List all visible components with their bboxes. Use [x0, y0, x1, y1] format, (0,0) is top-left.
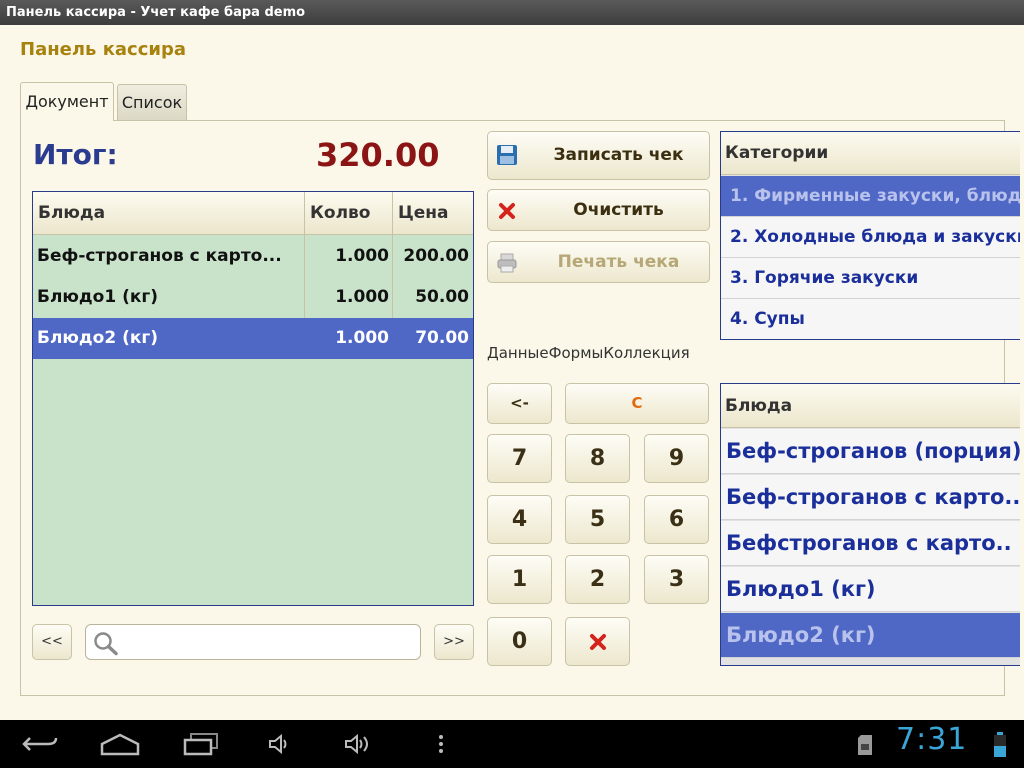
dish-item[interactable]: Беф-строганов (порция): [721, 429, 1020, 474]
category-item[interactable]: 2. Холодные блюда и закуски: [721, 217, 1020, 258]
key-delete[interactable]: [565, 617, 630, 666]
prev-page-button[interactable]: <<: [32, 624, 72, 660]
order-table[interactable]: Блюда Колво Цена Беф-строганов с карто..…: [32, 191, 474, 606]
key-clear[interactable]: C: [565, 383, 709, 424]
clear-label: Очистить: [573, 200, 664, 220]
categories-header: Категории: [721, 132, 1020, 175]
page-title: Панель кассира: [20, 39, 187, 60]
column-header-dish[interactable]: Блюда: [33, 192, 105, 235]
menu-dots-icon[interactable]: [437, 734, 445, 754]
dish-item[interactable]: Беф-строганов с карто..: [721, 475, 1020, 520]
print-receipt-button[interactable]: Печать чека: [487, 241, 710, 283]
volume-up-icon[interactable]: [344, 733, 374, 755]
categories-list[interactable]: Категории 1. Фирменные закуски, блюда 2.…: [720, 131, 1020, 340]
key-3[interactable]: 3: [644, 555, 709, 604]
table-row-selected[interactable]: Блюдо2 (кг) 1.000 70.00: [33, 318, 473, 359]
next-page-button[interactable]: >>: [434, 624, 474, 660]
row-qty: 1.000: [335, 287, 389, 307]
key-8[interactable]: 8: [565, 434, 630, 483]
key-backspace[interactable]: <-: [487, 383, 552, 424]
save-receipt-button[interactable]: Записать чек: [487, 131, 710, 180]
key-2[interactable]: 2: [565, 555, 630, 604]
back-icon[interactable]: [22, 732, 58, 756]
key-6[interactable]: 6: [644, 495, 709, 544]
printer-icon: [497, 253, 517, 273]
table-row[interactable]: Блюдо1 (кг) 1.000 50.00: [33, 277, 473, 318]
dishes-list[interactable]: Блюда Беф-строганов (порция) Беф-строган…: [720, 383, 1020, 666]
row-price: 70.00: [415, 328, 469, 348]
red-x-icon: [589, 634, 606, 650]
key-1[interactable]: 1: [487, 555, 552, 604]
key-0[interactable]: 0: [487, 617, 552, 666]
table-row[interactable]: Беф-строганов с карто... 1.000 200.00: [33, 236, 473, 277]
clear-button[interactable]: Очистить: [487, 189, 710, 231]
battery-icon: [994, 732, 1006, 757]
category-item[interactable]: 3. Горячие закуски: [721, 258, 1020, 299]
row-qty: 1.000: [335, 328, 389, 348]
row-price: 50.00: [415, 287, 469, 307]
key-9[interactable]: 9: [644, 434, 709, 483]
system-navigation-bar: [0, 720, 1024, 768]
search-input[interactable]: [85, 624, 421, 660]
tab-list[interactable]: Список: [117, 84, 187, 120]
key-4[interactable]: 4: [487, 495, 552, 544]
dish-item[interactable]: Блюдо1 (кг): [721, 567, 1020, 612]
status-clock: 7:31: [896, 722, 968, 757]
category-item[interactable]: 4. Супы: [721, 299, 1020, 339]
row-dish-name: Блюдо2 (кг): [37, 328, 159, 348]
order-table-header: Блюда Колво Цена: [33, 192, 473, 235]
sd-card-icon: [858, 735, 872, 755]
category-item-selected[interactable]: 1. Фирменные закуски, блюда: [721, 176, 1020, 217]
row-price: 200.00: [403, 246, 469, 266]
volume-down-icon[interactable]: [268, 733, 292, 755]
column-header-qty[interactable]: Колво: [305, 192, 370, 235]
save-receipt-label: Записать чек: [553, 145, 684, 165]
column-header-price[interactable]: Цена: [393, 192, 449, 235]
search-icon: [94, 632, 118, 656]
dish-item-selected[interactable]: Блюдо2 (кг): [721, 613, 1020, 658]
tab-document[interactable]: Документ: [20, 82, 114, 121]
key-5[interactable]: 5: [565, 495, 630, 544]
total-label: Итог:: [33, 138, 118, 171]
form-collection-label: ДанныеФормыКоллекция: [487, 344, 690, 362]
key-7[interactable]: 7: [487, 434, 552, 483]
dishes-header: Блюда: [721, 384, 1020, 428]
recent-apps-icon[interactable]: [183, 732, 219, 756]
total-value: 320.00: [316, 136, 440, 174]
red-x-icon: [499, 203, 515, 219]
window-title: Панель кассира - Учет кафе бара demo: [0, 0, 1024, 25]
dish-item[interactable]: Бефстроганов с карто..: [721, 521, 1020, 566]
row-dish-name: Блюдо1 (кг): [37, 287, 159, 307]
row-dish-name: Беф-строганов с карто...: [37, 246, 282, 266]
home-icon[interactable]: [100, 732, 140, 756]
floppy-disk-icon: [497, 145, 517, 165]
row-qty: 1.000: [335, 246, 389, 266]
print-receipt-label: Печать чека: [557, 252, 680, 272]
